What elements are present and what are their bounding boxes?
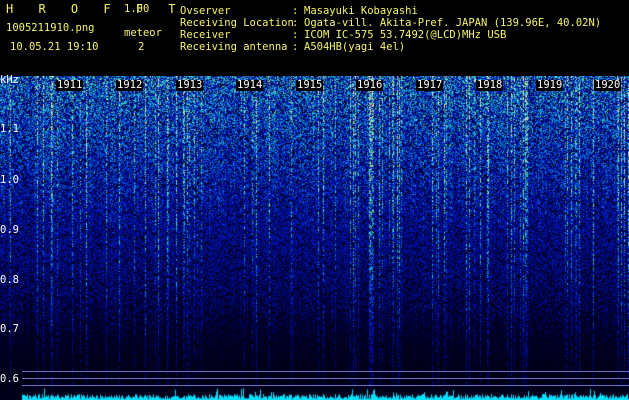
header-panel: H R O F F T 1.00 1005211910.png meteor 1…	[0, 0, 629, 76]
time-tick-label: 1919	[536, 79, 564, 91]
time-tick-label: 1920	[594, 79, 622, 91]
freq-tick-label: 0.9	[0, 224, 19, 236]
location-value: Ogata-vill. Akita-Pref. JAPAN (139.96E, …	[304, 17, 602, 29]
time-tick-label: 1914	[236, 79, 264, 91]
time-tick-label: 1918	[476, 79, 504, 91]
time-tick-label: 1912	[116, 79, 144, 91]
time-tick-label: 1916	[356, 79, 384, 91]
time-tick-label: 1911	[56, 79, 84, 91]
freq-tick-label: 1.1	[0, 123, 19, 135]
reference-line	[22, 385, 629, 386]
freq-tick-label: 1.0	[0, 174, 19, 186]
app-version: 1.00	[124, 3, 150, 15]
antenna-value: A504HB(yagi 4el)	[304, 41, 406, 53]
reference-line	[22, 371, 629, 372]
file-name: 1005211910.png	[6, 22, 95, 34]
location-label: Receiving Location	[180, 17, 294, 29]
antenna-label: Receiving antenna	[180, 41, 288, 53]
time-tick-label: 1913	[176, 79, 204, 91]
detection-count: 2	[138, 41, 145, 53]
separator: :	[292, 29, 299, 41]
freq-tick-label: 0.8	[0, 274, 19, 286]
time-tick-label: 1915	[296, 79, 324, 91]
time-tick-label: 1917	[416, 79, 444, 91]
reference-line	[22, 378, 629, 379]
observer-value: Masayuki Kobayashi	[304, 5, 418, 17]
freq-unit-label: kHz	[0, 74, 19, 86]
observer-label: Ovserver	[180, 5, 231, 17]
app-title: H R O F F T	[6, 2, 185, 16]
spectrogram-waterfall	[0, 76, 629, 400]
receiver-label: Receiver	[180, 29, 231, 41]
detection-label: meteor	[124, 27, 162, 39]
file-datetime: 10.05.21 19:10	[10, 41, 99, 53]
separator: :	[292, 17, 299, 29]
separator: :	[292, 41, 299, 53]
freq-tick-label: 0.6	[0, 373, 19, 385]
freq-tick-label: 0.7	[0, 323, 19, 335]
receiver-value: ICOM IC-575 53.7492(@LCD)MHz USB	[304, 29, 507, 41]
separator: :	[292, 5, 299, 17]
